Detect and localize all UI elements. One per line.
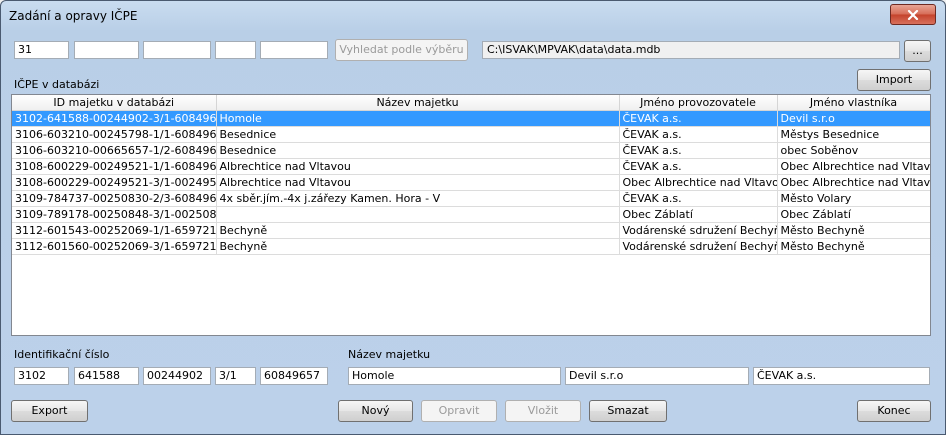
- icpe-table: ID majetku v databázi Název majetku Jmén…: [12, 95, 930, 255]
- cell-id: 3106-603210-00245798-1/1-60849657: [12, 126, 217, 143]
- column-header-operator[interactable]: Jméno provozovatele: [619, 95, 778, 111]
- cell-operator: Vodárenské sdružení Bechyňs: [619, 238, 778, 255]
- id-part-1-field[interactable]: 3102: [14, 367, 69, 385]
- table-header-row: ID majetku v databázi Název majetku Jmén…: [12, 95, 930, 111]
- table-row[interactable]: 3109-784737-00250830-2/3-60849657 4x sběr…: [12, 190, 930, 207]
- cell-id: 3112-601560-00252069-3/1-65972104: [12, 238, 217, 255]
- cell-name: Albrechtice nad Vltavou: [216, 158, 620, 175]
- search-field-4[interactable]: [215, 41, 256, 59]
- cell-id: 3106-603210-00665657-1/2-60849657: [12, 142, 217, 159]
- close-icon: [907, 9, 919, 20]
- cell-owner: Město Volary: [777, 190, 930, 207]
- list-label: IČPE v databázi: [14, 78, 100, 91]
- window-title: Zadání a opravy IČPE: [9, 9, 138, 23]
- database-path-field: C:\ISVAK\MPVAK\data\data.mdb: [482, 41, 900, 59]
- name-label: Název majetku: [348, 348, 431, 361]
- table-row[interactable]: 3108-600229-00249521-3/1-00249521 Albrech…: [12, 174, 930, 191]
- id-part-3-field[interactable]: 00244902: [143, 367, 211, 385]
- new-button[interactable]: Nový: [338, 400, 413, 422]
- id-label: Identifikační číslo: [14, 348, 110, 361]
- close-button[interactable]: Konec: [857, 400, 931, 422]
- table-row[interactable]: 3112-601543-00252069-1/1-65972104 Bechyně…: [12, 222, 930, 239]
- cell-operator: Obec Záblatí: [619, 206, 778, 223]
- search-field-2[interactable]: [74, 41, 139, 59]
- search-field-3[interactable]: [143, 41, 211, 59]
- id-part-2-field[interactable]: 641588: [74, 367, 139, 385]
- table-row[interactable]: 3109-789178-00250848-3/1-00250848 Obec Zá…: [12, 206, 930, 223]
- cell-operator: ČEVAK a.s.: [619, 158, 778, 175]
- cell-id: 3112-601543-00252069-1/1-65972104: [12, 222, 217, 239]
- cell-owner: Město Bechyně: [777, 222, 930, 239]
- cell-id: 3108-600229-00249521-3/1-00249521: [12, 174, 217, 191]
- id-part-4-field[interactable]: 3/1: [215, 367, 256, 385]
- cell-name: [216, 206, 620, 223]
- export-button[interactable]: Export: [11, 400, 88, 422]
- cell-owner: Obec Albrechtice nad Vltavou: [777, 174, 930, 191]
- table-row[interactable]: 3106-603210-00665657-1/2-60849657 Besedni…: [12, 142, 930, 159]
- table-row[interactable]: 3108-600229-00249521-1/1-60849657 Albrech…: [12, 158, 930, 175]
- cell-owner: Obec Záblatí: [777, 206, 930, 223]
- search-by-selection-button[interactable]: Vyhledat podle výběru: [335, 39, 468, 61]
- cell-id: 3108-600229-00249521-1/1-60849657: [12, 158, 217, 175]
- cell-id: 3109-789178-00250848-3/1-00250848: [12, 206, 217, 223]
- cell-name: Besednice: [216, 126, 620, 143]
- search-field-1[interactable]: 31: [14, 41, 69, 59]
- cell-operator: ČEVAK a.s.: [619, 142, 778, 159]
- search-field-5[interactable]: [260, 41, 328, 59]
- cell-operator: ČEVAK a.s.: [619, 190, 778, 207]
- id-part-5-field[interactable]: 60849657: [260, 367, 328, 385]
- browse-button[interactable]: ...: [904, 40, 931, 62]
- cell-operator: Obec Albrechtice nad Vltavou: [619, 174, 778, 191]
- asset-name-field[interactable]: Homole: [348, 367, 561, 385]
- cell-owner: Město Bechyně: [777, 238, 930, 255]
- cell-id: 3109-784737-00250830-2/3-60849657: [12, 190, 217, 207]
- import-button[interactable]: Import: [857, 69, 931, 91]
- cell-operator: ČEVAK a.s.: [619, 126, 778, 143]
- cell-name: Albrechtice nad Vltavou: [216, 174, 620, 191]
- column-header-owner[interactable]: Jméno vlastníka: [777, 95, 930, 111]
- table-row[interactable]: 3106-603210-00245798-1/1-60849657 Besedni…: [12, 126, 930, 143]
- cell-owner: Obec Albrechtice nad Vltavou: [777, 158, 930, 175]
- cell-name: Homole: [216, 110, 620, 127]
- cell-owner: Devil s.r.o: [777, 110, 930, 127]
- owner-field[interactable]: Devil s.r.o: [565, 367, 749, 385]
- edit-button[interactable]: Opravit: [421, 400, 497, 422]
- operator-field[interactable]: ČEVAK a.s.: [753, 367, 930, 385]
- column-header-name[interactable]: Název majetku: [216, 95, 620, 111]
- table-row[interactable]: 3112-601560-00252069-3/1-65972104 Bechyně…: [12, 238, 930, 255]
- paste-button[interactable]: Vložit: [505, 400, 581, 422]
- table-row[interactable]: 3102-641588-00244902-3/1-60849657 Homole Č…: [12, 110, 930, 127]
- cell-name: Besednice: [216, 142, 620, 159]
- cell-operator: ČEVAK a.s.: [619, 110, 778, 127]
- icpe-list-grid[interactable]: ID majetku v databázi Název majetku Jmén…: [11, 94, 931, 336]
- cell-operator: Vodárenské sdružení Bechyňs: [619, 222, 778, 239]
- cell-name: Bechyně: [216, 222, 620, 239]
- cell-id: 3102-641588-00244902-3/1-60849657: [12, 110, 217, 127]
- cell-owner: Městys Besednice: [777, 126, 930, 143]
- cell-name: 4x sběr.jím.-4x j.zářezy Kamen. Hora - V: [216, 190, 620, 207]
- window-close-button[interactable]: [890, 4, 936, 25]
- delete-button[interactable]: Smazat: [589, 400, 667, 422]
- column-header-id[interactable]: ID majetku v databázi: [12, 95, 217, 111]
- cell-name: Bechyně: [216, 238, 620, 255]
- title-bar[interactable]: Zadání a opravy IČPE: [1, 1, 945, 31]
- cell-owner: obec Soběnov: [777, 142, 930, 159]
